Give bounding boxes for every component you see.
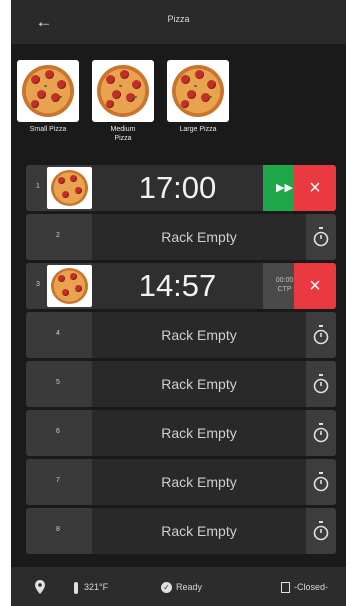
start-timer-button[interactable] bbox=[306, 214, 336, 260]
close-icon: × bbox=[309, 177, 321, 199]
rack-number: 6 bbox=[26, 410, 92, 456]
stopwatch-icon bbox=[313, 521, 329, 541]
product-large-pizza[interactable]: Large Pizza bbox=[166, 60, 230, 134]
stopwatch-icon bbox=[313, 374, 329, 394]
rack-row-8[interactable]: 8 Rack Empty bbox=[26, 508, 336, 554]
rack-row-4[interactable]: 4 Rack Empty bbox=[26, 312, 336, 358]
ready-text: Ready bbox=[176, 582, 203, 592]
product-label: Large Pizza bbox=[179, 126, 217, 133]
start-timer-button[interactable] bbox=[306, 361, 336, 407]
product-label: Small Pizza bbox=[29, 126, 67, 133]
rack-status: Rack Empty bbox=[92, 508, 306, 554]
start-timer-button[interactable] bbox=[306, 312, 336, 358]
cancel-button[interactable]: × bbox=[294, 263, 336, 309]
rack-number: 4 bbox=[26, 312, 92, 358]
rack-row-3[interactable]: 3 14:57 00:00 CTP × bbox=[26, 263, 336, 309]
product-small-pizza[interactable]: Small Pizza bbox=[16, 60, 80, 134]
rack-status: Rack Empty bbox=[92, 312, 306, 358]
small-pizza-image bbox=[17, 60, 79, 122]
start-timer-button[interactable] bbox=[306, 410, 336, 456]
product-medium-pizza[interactable]: Medium Pizza bbox=[91, 60, 155, 143]
stopwatch-icon bbox=[313, 472, 329, 492]
ready-status: ✓ Ready bbox=[161, 580, 202, 594]
status-bar: 321°F ✓ Ready -Closed- bbox=[11, 567, 346, 606]
start-timer-button[interactable] bbox=[306, 459, 336, 505]
rack-status: Rack Empty bbox=[92, 410, 306, 456]
rack-number: 8 bbox=[26, 508, 92, 554]
thermometer-icon bbox=[74, 581, 78, 594]
stopwatch-icon bbox=[313, 227, 329, 247]
rack-number: 7 bbox=[26, 459, 92, 505]
cancel-button[interactable]: × bbox=[294, 165, 336, 211]
rack-pizza-image bbox=[47, 167, 92, 209]
page-title: Pizza bbox=[167, 14, 190, 24]
fast-forward-icon: ▶▶ bbox=[276, 182, 293, 194]
close-icon: × bbox=[309, 275, 321, 297]
rack-row-2[interactable]: 2 Rack Empty bbox=[26, 214, 336, 260]
stopwatch-icon bbox=[313, 423, 329, 443]
start-timer-button[interactable] bbox=[306, 508, 336, 554]
rack-row-5[interactable]: 5 Rack Empty bbox=[26, 361, 336, 407]
rack-pizza-image bbox=[47, 265, 92, 307]
rack-row-6[interactable]: 6 Rack Empty bbox=[26, 410, 336, 456]
rack-status: Rack Empty bbox=[92, 214, 306, 260]
location-pin-icon[interactable] bbox=[35, 580, 45, 594]
stopwatch-icon bbox=[313, 325, 329, 345]
door-text: -Closed- bbox=[294, 582, 329, 592]
rack-timer: 14:57 bbox=[138, 268, 217, 303]
temperature-value: 321°F bbox=[84, 582, 109, 592]
check-circle-icon: ✓ bbox=[161, 582, 172, 594]
oven-screen: ← Pizza Small Pizza Medium Pizza Large P… bbox=[11, 0, 346, 606]
rack-number: 5 bbox=[26, 361, 92, 407]
temperature-readout: 321°F bbox=[74, 580, 108, 594]
door-icon bbox=[281, 582, 290, 594]
rack-status: Rack Empty bbox=[92, 361, 306, 407]
rack-row-1[interactable]: 1 17:00 ▶▶ × bbox=[26, 165, 336, 211]
product-label: Medium Pizza bbox=[110, 126, 136, 142]
top-bar: ← Pizza bbox=[11, 0, 346, 44]
medium-pizza-image bbox=[92, 60, 154, 122]
rack-number: 2 bbox=[26, 214, 92, 260]
rack-row-7[interactable]: 7 Rack Empty bbox=[26, 459, 336, 505]
door-status: -Closed- bbox=[281, 580, 328, 594]
large-pizza-image bbox=[167, 60, 229, 122]
rack-timer: 17:00 bbox=[138, 170, 217, 205]
rack-status: Rack Empty bbox=[92, 459, 306, 505]
